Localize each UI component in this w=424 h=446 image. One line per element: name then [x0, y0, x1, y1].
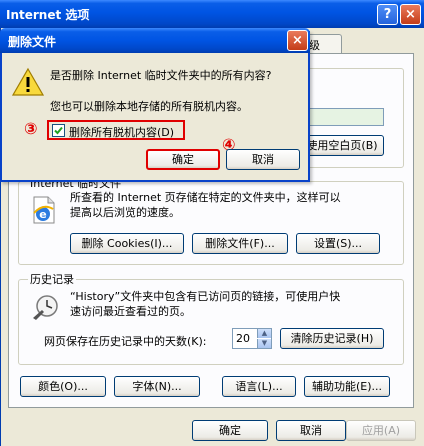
offline-content-checkbox[interactable] — [52, 124, 65, 137]
offline-content-checkbox-row[interactable]: 删除所有脱机内容(D) — [47, 120, 185, 140]
cancel-button[interactable]: 取消 — [276, 420, 346, 441]
colors-button[interactable]: 颜色(O)... — [20, 376, 106, 397]
dialog-offline-note: 您也可以删除本地存储的所有脱机内容。 — [50, 100, 248, 113]
history-description-line2: 速访问最近查看过的页。 — [70, 305, 191, 318]
step-3-marker: ③ — [24, 119, 38, 138]
check-icon — [54, 126, 63, 135]
spin-down-icon[interactable]: ▼ — [257, 339, 271, 348]
spin-up-icon[interactable]: ▲ — [257, 329, 271, 338]
window-title: Internet 选项 — [6, 8, 90, 22]
dialog-ok-button[interactable]: 确定 — [146, 149, 220, 170]
ie-page-icon: e — [33, 196, 55, 224]
fonts-button[interactable]: 字体(N)... — [114, 376, 200, 397]
help-icon[interactable]: ? — [377, 4, 398, 25]
languages-button[interactable]: 语言(L)... — [222, 376, 296, 397]
home-address-input[interactable] — [300, 108, 384, 126]
temp-files-description-line1: 所查看的 Internet 页存储在特定的文件夹中，这样可以 — [70, 191, 341, 204]
svg-text:e: e — [39, 208, 46, 221]
apply-button[interactable]: 应用(A) — [346, 420, 416, 441]
history-days-label: 网页保存在历史记录中的天数(K): — [44, 335, 207, 348]
history-days-value[interactable]: 20 — [236, 332, 250, 345]
offline-content-label[interactable]: 删除所有脱机内容(D) — [69, 124, 174, 140]
delete-files-dialog: 删除文件 × 是否删除 Internet 临时文件夹中的所有内容? 您也可以删除… — [0, 28, 310, 182]
delete-files-button[interactable]: 删除文件(F)... — [192, 233, 288, 254]
close-icon[interactable]: × — [400, 4, 421, 25]
settings-button[interactable]: 设置(S)... — [296, 233, 380, 254]
dialog-cancel-button[interactable]: 取消 — [226, 149, 300, 170]
ok-button[interactable]: 确定 — [192, 420, 268, 441]
clear-history-button[interactable]: 清除历史记录(H) — [280, 328, 384, 349]
accessibility-button[interactable]: 辅助功能(E)... — [304, 376, 390, 397]
dialog-title: 删除文件 — [8, 35, 57, 49]
history-description-line1: “History”文件夹中包含有已访问页的链接，可使用户快 — [70, 290, 341, 303]
history-icon — [33, 295, 58, 320]
temp-files-description-line2: 提高以后浏览的速度。 — [70, 206, 180, 219]
dialog-question: 是否删除 Internet 临时文件夹中的所有内容? — [50, 69, 272, 82]
delete-cookies-button[interactable]: 删除 Cookies(I)... — [70, 233, 184, 254]
use-blank-button[interactable]: 使用空白页(B) — [300, 135, 384, 156]
close-icon[interactable]: × — [287, 30, 308, 51]
dialog-title-bar: 删除文件 × — [0, 28, 310, 53]
history-days-stepper[interactable]: 20 ▲ ▼ — [232, 328, 272, 349]
main-title-bar: Internet 选项 ? × — [0, 0, 424, 28]
warning-icon — [12, 67, 44, 96]
history-legend: 历史记录 — [28, 271, 76, 287]
